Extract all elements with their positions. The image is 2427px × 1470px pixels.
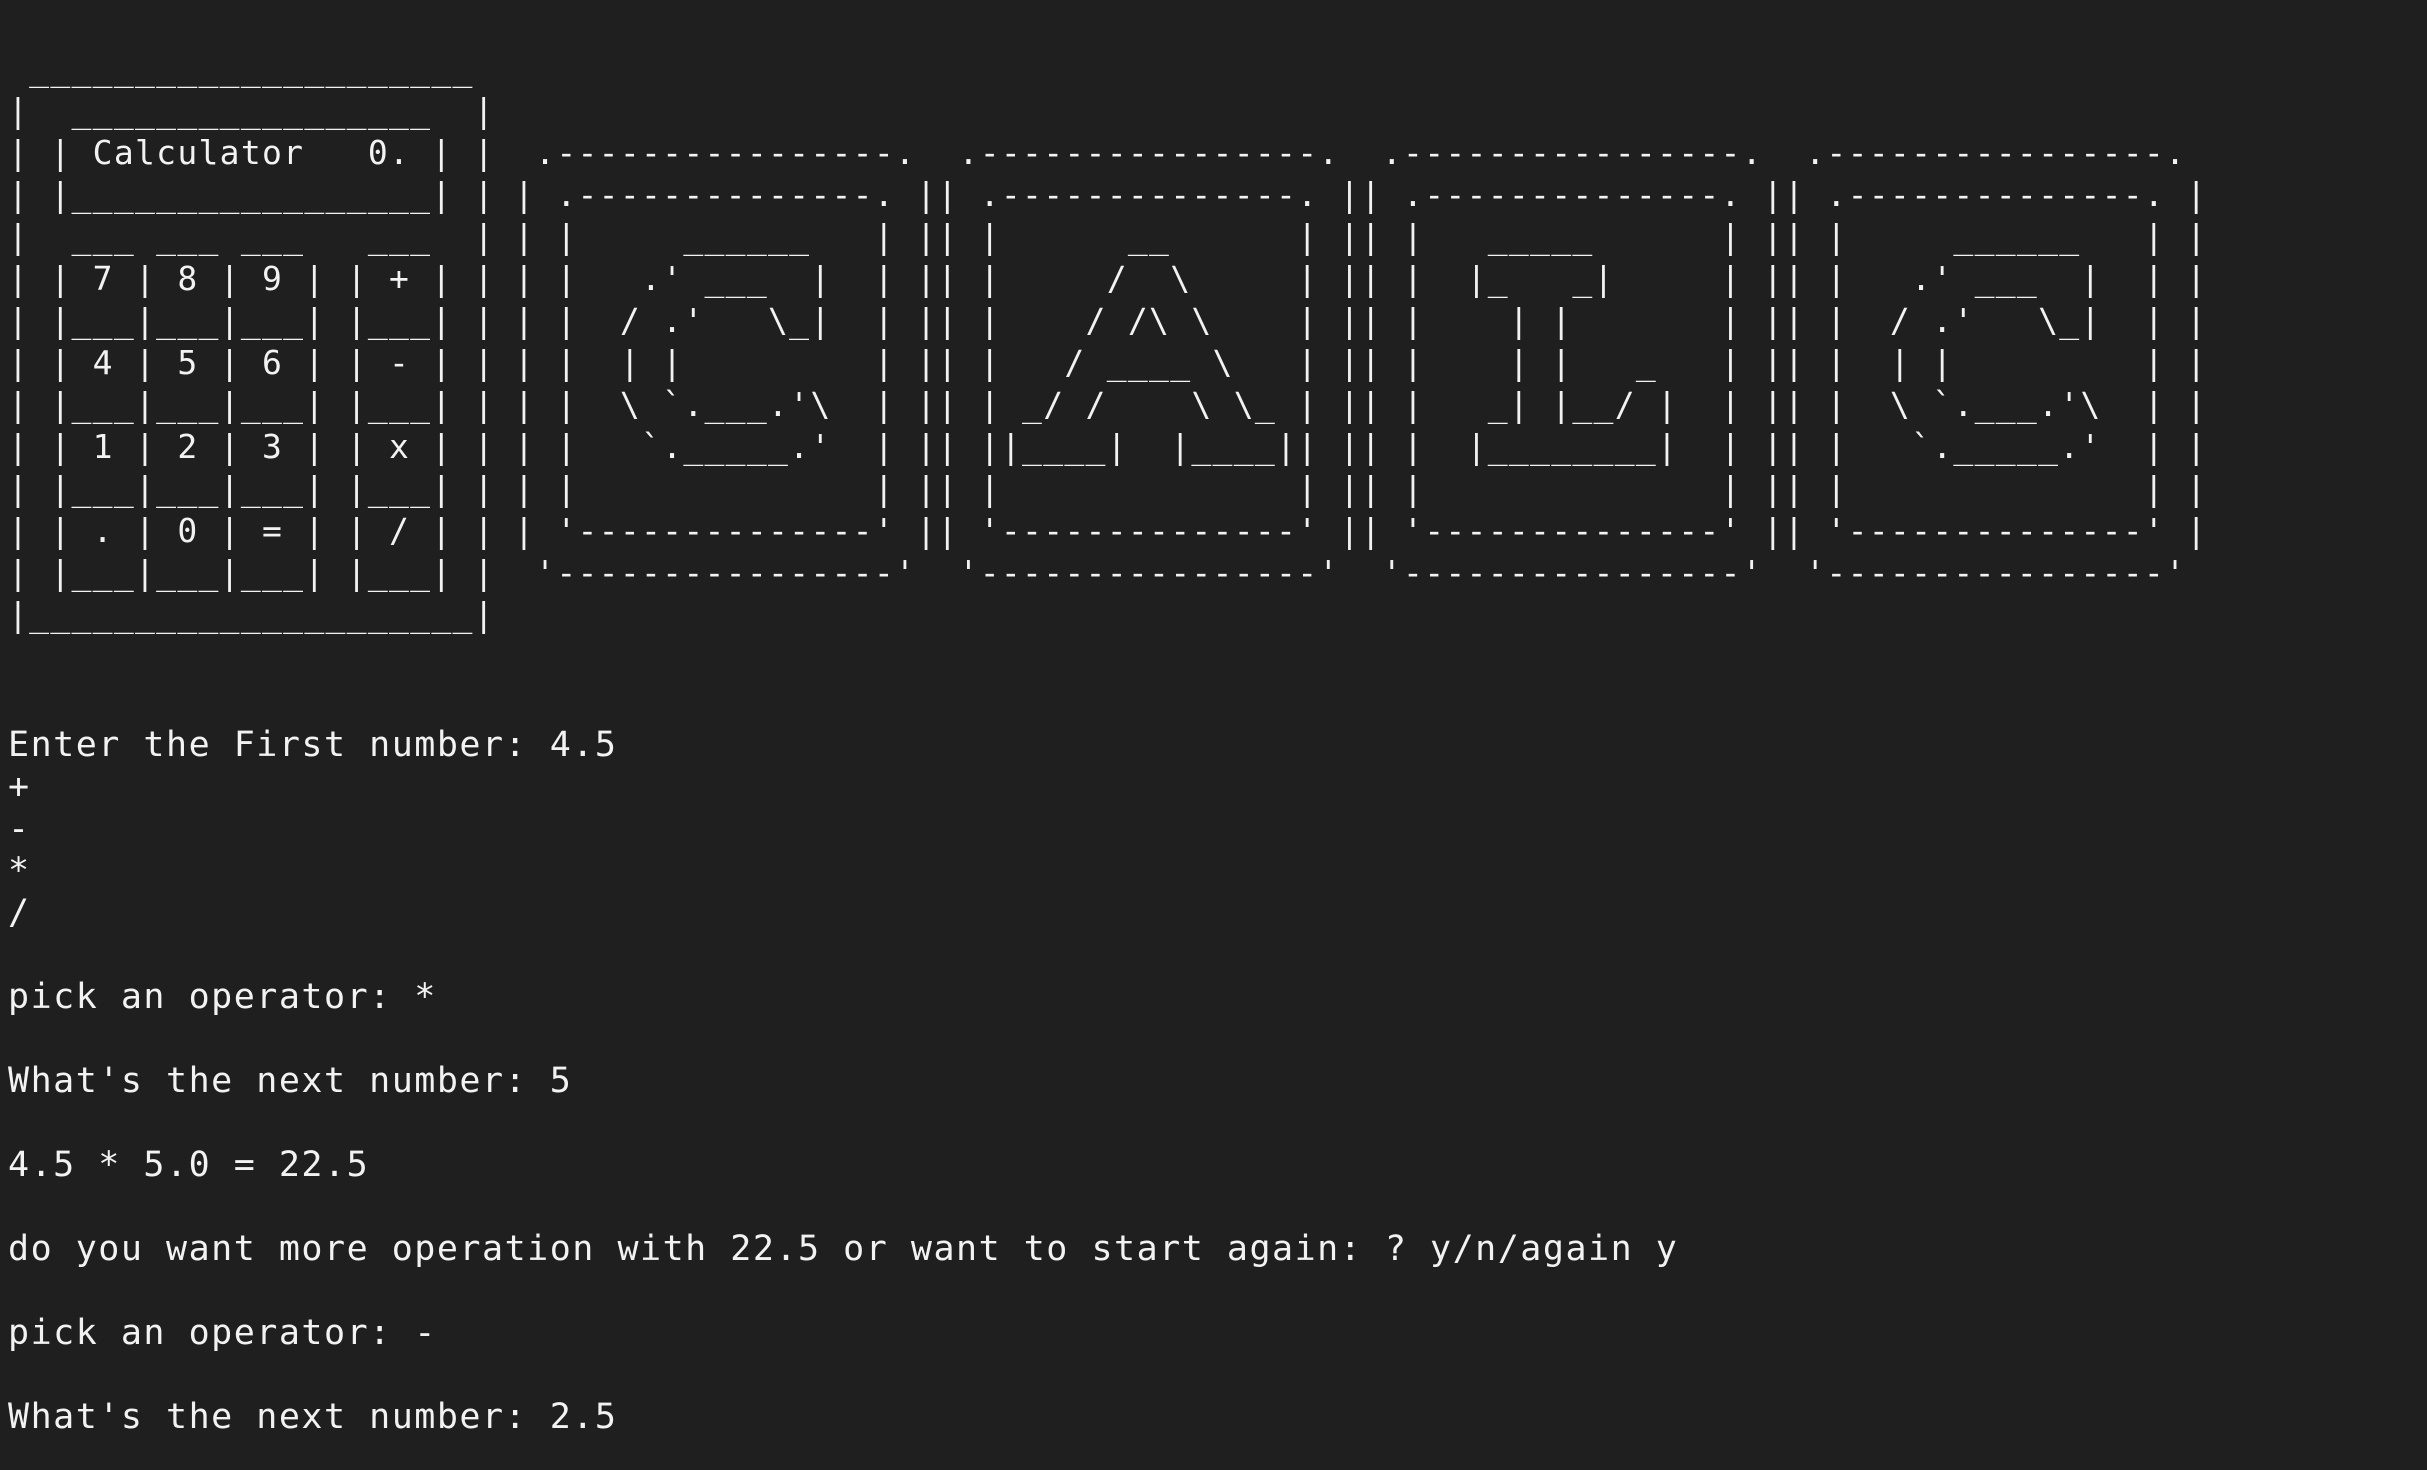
next-number-prompt: What's the next number: 5 [8, 1061, 573, 1101]
result-line: 4.5 * 5.0 = 22.5 [8, 1145, 370, 1185]
operator-prompt: pick an operator: * [8, 977, 437, 1017]
terminal-output: Enter the First number: 4.5 + - * / pick… [8, 724, 2408, 1438]
next-number-prompt-second[interactable]: What's the next number: 2.5 [8, 1396, 2408, 1438]
operator-option-divide: / [8, 893, 31, 933]
terminal-window[interactable]: _____________________ | ________________… [0, 0, 2427, 1470]
operator-option-plus: + [8, 767, 31, 807]
operator-prompt-second: pick an operator: - [8, 1313, 437, 1353]
calculator-ascii-art: _____________________ | ________________… [8, 49, 495, 634]
continue-prompt: do you want more operation with 22.5 or … [8, 1229, 1679, 1269]
operator-option-multiply: * [8, 851, 31, 891]
first-number-prompt: Enter the First number: 4.5 [8, 725, 618, 765]
calc-ascii-banner: .----------------. .----------------. .-… [514, 133, 2208, 592]
operator-option-minus: - [8, 809, 31, 849]
